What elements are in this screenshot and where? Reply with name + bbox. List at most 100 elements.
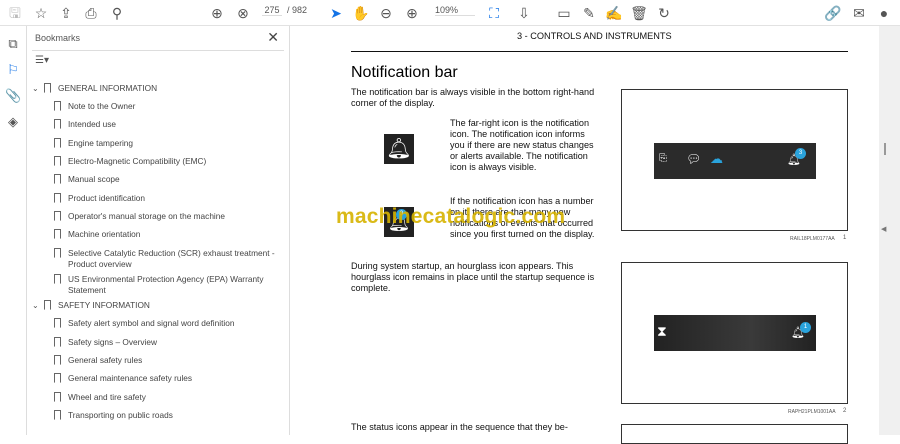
bookmark-item[interactable]: Safety signs – Overview: [54, 337, 278, 348]
usb-icon: ⎘: [659, 153, 667, 164]
bookmark-icon: [54, 119, 61, 129]
highlight-pen-icon[interactable]: ✎: [580, 4, 598, 22]
email-icon[interactable]: ✉: [850, 4, 868, 22]
bookmark-label: Note to the Owner: [68, 101, 136, 111]
bookmark-icon: [54, 174, 61, 184]
bookmark-item[interactable]: General maintenance safety rules: [54, 373, 278, 384]
page-fit-icon[interactable]: ⛶: [485, 4, 503, 22]
sign-icon[interactable]: ✍: [605, 4, 623, 22]
layers-icon[interactable]: ◈: [5, 114, 21, 130]
figure-3: [621, 424, 848, 444]
bookmark-star-icon[interactable]: ☆: [32, 4, 50, 22]
paragraph: The far-right icon is the notification i…: [450, 118, 594, 172]
bookmark-icon: [44, 83, 51, 93]
figure-caption: RAPH21PLM1001AA: [788, 409, 836, 415]
zoom-in-icon[interactable]: ⊕: [403, 4, 421, 22]
scrollbar-thumb[interactable]: [884, 143, 886, 155]
search-icon[interactable]: ⚲: [108, 4, 126, 22]
bookmark-item[interactable]: Wheel and tire safety: [54, 392, 278, 403]
scroll-mode-icon[interactable]: ⇩: [515, 4, 533, 22]
close-icon[interactable]: ✕: [267, 29, 279, 46]
bookmarks-icon[interactable]: ⚐: [5, 62, 21, 78]
paragraph: During system startup, an hourglass icon…: [351, 261, 595, 293]
page-number-input[interactable]: 275: [262, 5, 282, 16]
page-thumbnails-icon[interactable]: ⧉: [5, 36, 21, 52]
bookmark-item[interactable]: US Environmental Protection Agency (EPA)…: [54, 274, 278, 296]
figure-caption: RAIL18PLM0177AA: [790, 236, 835, 242]
bookmark-icon: [54, 193, 61, 203]
save-icon[interactable]: 🖫: [6, 4, 24, 22]
delete-icon[interactable]: 🗑: [630, 4, 648, 22]
watermark: machinecatalogic.com: [336, 205, 566, 228]
bookmark-label: Safety alert symbol and signal word defi…: [68, 318, 235, 328]
bookmark-label: SAFETY INFORMATION: [58, 300, 150, 310]
bookmark-item[interactable]: Note to the Owner: [54, 101, 278, 112]
page-title: Notification bar: [351, 64, 458, 81]
paragraph: The status icons appear in the sequence …: [351, 422, 568, 432]
section-header: 3 - CONTROLS AND INSTRUMENTS: [517, 31, 672, 41]
bookmark-label: Manual scope: [68, 174, 120, 184]
account-icon[interactable]: ●: [875, 4, 893, 22]
share-link-icon[interactable]: 🔗: [824, 4, 842, 22]
hand-tool-icon[interactable]: ✋: [352, 4, 370, 22]
paragraph: The notification bar is always visible i…: [351, 87, 595, 108]
bookmark-icon: [54, 318, 61, 328]
bookmark-label: Wheel and tire safety: [68, 392, 146, 402]
zoom-level-dropdown[interactable]: 109%: [435, 5, 475, 16]
previous-page-icon[interactable]: ⊕: [208, 4, 226, 22]
bookmark-item[interactable]: General safety rules: [54, 355, 278, 366]
bookmark-icon: [44, 300, 51, 310]
figure-number: 2: [843, 408, 847, 414]
rotate-icon[interactable]: ↻: [655, 4, 673, 22]
left-tool-rail: ⧉ ⚐ 📎 ◈: [0, 26, 27, 435]
next-page-icon[interactable]: ⊗: [234, 4, 252, 22]
bookmark-label: Selective Catalytic Reduction (SCR) exha…: [68, 248, 275, 269]
bookmark-label: Transporting on public roads: [68, 410, 173, 420]
bookmark-item[interactable]: Transporting on public roads: [54, 410, 278, 421]
bookmark-item[interactable]: Safety alert symbol and signal word defi…: [54, 318, 278, 329]
bookmark-label: General maintenance safety rules: [68, 373, 193, 383]
expand-right-panel-handle[interactable]: ◀: [881, 225, 886, 233]
bookmark-item[interactable]: Machine orientation: [54, 229, 278, 240]
bookmark-item[interactable]: Selective Catalytic Reduction (SCR) exha…: [54, 248, 278, 270]
notification-count-badge: 1: [800, 322, 811, 333]
bookmark-icon: [54, 373, 61, 383]
bookmark-icon: [54, 229, 61, 239]
bookmark-options-icon[interactable]: ☰▾: [35, 55, 49, 66]
cloud-download-icon: ☁: [710, 151, 723, 166]
bookmark-item[interactable]: Product identification: [54, 193, 278, 204]
bookmark-item[interactable]: Manual scope: [54, 174, 278, 185]
bookmark-section[interactable]: ⌄ GENERAL INFORMATION: [32, 83, 278, 94]
bookmark-icon: [54, 274, 61, 284]
bookmark-icon: [54, 211, 61, 221]
page-total: / 982: [287, 5, 308, 15]
bookmarks-panel: Bookmarks ✕ ☰▾ ⌄ GENERAL INFORMATION Note …: [27, 26, 311, 435]
comment-icon[interactable]: ▭: [555, 4, 573, 22]
zoom-out-icon[interactable]: ⊖: [377, 4, 395, 22]
attachments-icon[interactable]: 📎: [5, 88, 21, 104]
bookmark-section[interactable]: ⌄ SAFETY INFORMATION: [32, 300, 278, 311]
figure-number: 1: [843, 235, 847, 241]
notification-count-badge: 3: [795, 148, 806, 159]
print-icon[interactable]: ⎙: [82, 4, 100, 22]
bookmark-icon: [54, 156, 61, 166]
bookmark-item[interactable]: Engine tampering: [54, 138, 278, 149]
bookmark-label: Safety signs – Overview: [68, 337, 157, 347]
panel-title: Bookmarks: [35, 33, 81, 43]
notification-bar-screen: ⎘ 💬︎ ☁ 🔔︎ 3: [654, 143, 816, 179]
bookmark-icon: [54, 355, 61, 365]
upload-cloud-icon[interactable]: ⇪: [57, 4, 75, 22]
bookmark-label: US Environmental Protection Agency (EPA)…: [68, 274, 264, 295]
bookmark-item[interactable]: Operator's manual storage on the machine: [54, 211, 278, 222]
figure-2: ⧗ 🔔︎ 1: [621, 262, 848, 404]
bookmark-item[interactable]: Electro-Magnetic Compatibility (EMC): [54, 156, 278, 167]
bookmark-icon: [54, 101, 61, 111]
chevron-down-icon[interactable]: ⌄: [32, 83, 39, 94]
toolbar: 🖫 ☆ ⇪ ⎙ ⚲ ⊕ ⊗ 275 / 982 ➤ ✋ ⊖ ⊕ 109% ⛶ ⇩…: [0, 0, 900, 26]
chevron-down-icon[interactable]: ⌄: [32, 300, 39, 311]
select-cursor-icon[interactable]: ➤: [327, 4, 345, 22]
bookmark-item[interactable]: Intended use: [54, 119, 278, 130]
bookmark-label: Product identification: [68, 193, 146, 203]
bookmark-label: GENERAL INFORMATION: [58, 83, 158, 93]
notification-bell-icon: 🔔︎: [384, 134, 414, 164]
